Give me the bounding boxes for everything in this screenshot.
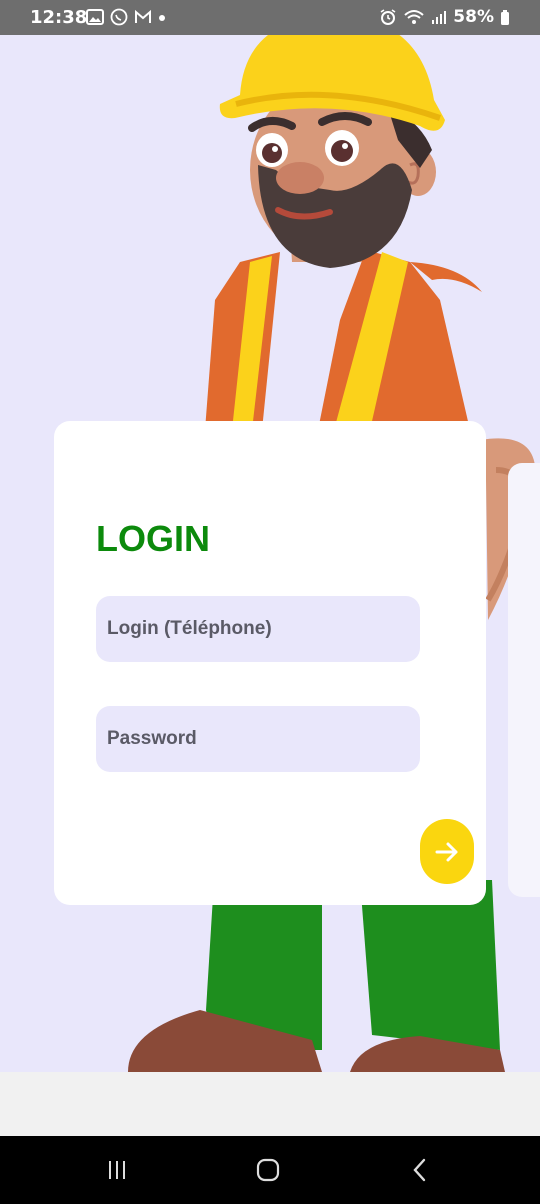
home-icon xyxy=(256,1158,280,1182)
login-title: LOGIN xyxy=(96,518,210,559)
arrow-right-icon xyxy=(435,842,458,861)
dot-icon xyxy=(159,15,165,21)
whatsapp-icon xyxy=(110,8,128,26)
system-icons: 58% xyxy=(379,7,510,27)
secondary-card xyxy=(508,463,540,897)
wifi-icon xyxy=(404,10,424,24)
login-submit-button[interactable] xyxy=(420,819,474,884)
login-card xyxy=(54,421,486,905)
signal-icon xyxy=(432,11,447,24)
login-phone-field[interactable]: Login (Téléphone) xyxy=(96,596,420,662)
password-field[interactable]: Password xyxy=(96,706,420,772)
battery-icon xyxy=(501,10,509,25)
alarm-icon xyxy=(380,9,396,25)
navigation-bar xyxy=(0,1136,540,1204)
gallery-icon xyxy=(86,9,104,25)
gmail-icon xyxy=(135,9,151,23)
status-bar: 12:38 58% xyxy=(0,0,540,35)
notification-icons xyxy=(86,8,166,26)
battery-percent: 58% xyxy=(453,7,494,27)
recent-apps-button[interactable] xyxy=(93,1150,141,1190)
bottom-area xyxy=(0,1072,540,1136)
status-time: 12:38 xyxy=(30,7,88,28)
home-button[interactable] xyxy=(244,1150,292,1190)
back-button[interactable] xyxy=(396,1150,444,1190)
back-icon xyxy=(413,1158,426,1182)
recent-apps-icon xyxy=(109,1161,125,1179)
